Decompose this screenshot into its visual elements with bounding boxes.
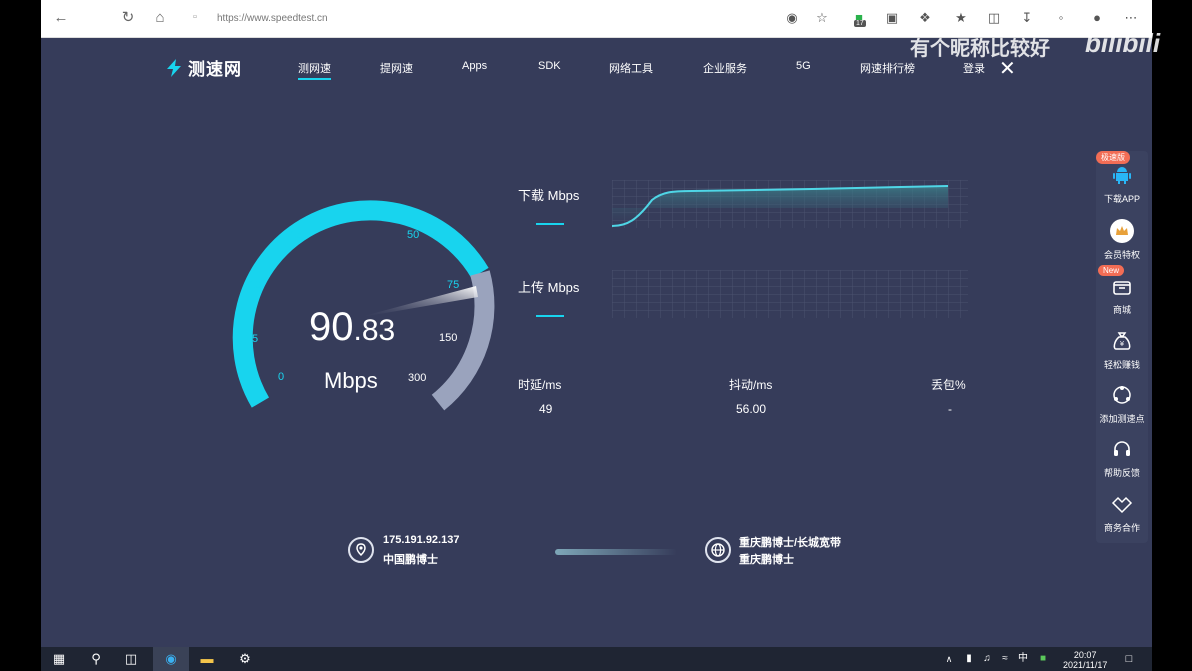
gauge-tick-0: 0	[278, 371, 285, 383]
test-progress-bar	[555, 549, 677, 555]
network-node-icon	[1108, 381, 1136, 409]
nav-5g[interactable]: 5G	[796, 60, 811, 72]
jitter-label: 抖动/ms	[729, 378, 773, 392]
clock[interactable]: 20:07 2021/11/17	[1063, 650, 1107, 670]
globe-icon[interactable]	[705, 537, 731, 563]
money-bag-icon: ¥	[1108, 327, 1136, 355]
extensions-icon[interactable]: ❖	[917, 10, 933, 26]
collections-icon[interactable]: ◫	[986, 10, 1002, 26]
nav-sdk[interactable]: SDK	[538, 60, 561, 72]
favorites-icon[interactable]: ★	[953, 10, 969, 26]
ie-mode-icon[interactable]: ◦	[1053, 10, 1069, 26]
tray-app-icon[interactable]: ■	[1035, 651, 1051, 667]
task-view-icon[interactable]: ◫	[123, 651, 139, 667]
location-pin-icon	[348, 537, 374, 563]
file-explorer-icon[interactable]: ▬	[199, 651, 215, 667]
more-icon[interactable]: ⋯	[1123, 10, 1139, 26]
notification-icon[interactable]: □	[1121, 651, 1137, 667]
client-ip: 175.191.92.137	[383, 534, 460, 546]
android-icon	[1108, 161, 1136, 189]
gauge-tick-5: 5	[252, 333, 259, 345]
latency-label: 时延/ms	[518, 378, 562, 392]
lock-icon[interactable]: ▫	[193, 11, 197, 23]
address-bar[interactable]: https://www.speedtest.cn	[217, 13, 328, 24]
bilibili-logo: bilibili	[1085, 28, 1161, 58]
svg-text:¥: ¥	[1120, 340, 1125, 348]
right-sidebar: 下载APP 极速版 会员特权 New 商城 ¥ 轻松赚钱 添加测速点 帮助反馈 …	[1096, 151, 1148, 543]
nav-enterprise[interactable]: 企业服务	[703, 60, 747, 76]
nav-boost-speed[interactable]: 提网速	[380, 60, 413, 76]
extension-badge: 17	[854, 20, 866, 27]
loss-label: 丢包%	[931, 378, 966, 392]
gauge-tick-300: 300	[408, 372, 427, 384]
speed-unit: Mbps	[324, 368, 378, 393]
server-isp: 重庆鹏博士	[739, 554, 794, 566]
upload-label: 上传 Mbps	[518, 280, 580, 295]
sidebar-add-node[interactable]: 添加测速点	[1096, 381, 1148, 425]
gauge-tick-75: 75	[447, 279, 460, 291]
nav-network-tools[interactable]: 网络工具	[609, 60, 653, 76]
download-icon[interactable]: ↧	[1019, 10, 1035, 26]
speed-value: 90.83	[309, 305, 396, 349]
download-dash	[536, 223, 564, 225]
sidebar-membership[interactable]: 会员特权	[1096, 217, 1148, 261]
refresh-icon[interactable]: ↻	[119, 9, 137, 27]
sidebar-shop[interactable]: 商城	[1096, 272, 1148, 316]
sidebar-earn-money[interactable]: ¥ 轻松赚钱	[1096, 327, 1148, 371]
site-logo[interactable]: 测速网	[164, 55, 242, 80]
sidebar-download-app[interactable]: 下载APP	[1096, 161, 1148, 205]
wifi-icon[interactable]: ≈	[997, 651, 1013, 667]
nav-login[interactable]: 登录	[963, 60, 985, 76]
sidebar-help-feedback[interactable]: 帮助反馈	[1096, 435, 1148, 479]
settings-gear-icon[interactable]: ⚙	[237, 651, 253, 667]
taskbar: ▦ ⚲ ◫ ◉ ▬ ⚙ ∧ ▮ ♫ ≈ 中 ■ 20:07 2021/11/17…	[41, 647, 1152, 671]
ime-indicator[interactable]: 中	[1015, 651, 1031, 667]
jitter-value: 56.00	[736, 402, 767, 416]
volume-icon[interactable]: ♫	[979, 651, 995, 667]
logo-text: 测速网	[188, 60, 242, 79]
profile-icon[interactable]: ●	[1089, 10, 1105, 26]
back-icon[interactable]: ←	[52, 9, 70, 27]
store-icon[interactable]: ▣	[884, 10, 900, 26]
nav-ranking[interactable]: 网速排行榜	[860, 60, 915, 76]
shop-icon	[1108, 272, 1136, 300]
screen: ← ↻ ⌂ ▫ https://www.speedtest.cn ◉ ☆ ■ 1…	[41, 0, 1152, 671]
windows-start-icon[interactable]: ▦	[51, 651, 67, 667]
upload-chart	[612, 270, 968, 318]
nav-test-speed[interactable]: 测网速	[298, 60, 331, 80]
sidebar-badge-lite: 极速版	[1096, 151, 1130, 164]
gauge-tick-15: 15	[290, 229, 303, 241]
location-icon[interactable]: ◉	[784, 10, 800, 26]
edge-browser-icon[interactable]: ◉	[153, 647, 189, 671]
gauge-tick-10: 10	[249, 279, 262, 291]
client-isp: 中国鹏博士	[383, 554, 438, 566]
headset-icon	[1108, 435, 1136, 463]
gauge-tick-150: 150	[439, 332, 458, 344]
home-icon[interactable]: ⌂	[151, 9, 169, 27]
search-icon[interactable]: ⚲	[88, 651, 104, 667]
sidebar-business[interactable]: 商务合作	[1096, 490, 1148, 534]
gauge-tick-25: 25	[352, 202, 365, 214]
upload-dash	[536, 315, 564, 317]
upload-grid	[612, 270, 968, 318]
logo-bolt-icon	[167, 58, 181, 77]
nav-apps[interactable]: Apps	[462, 60, 487, 72]
loss-value: -	[948, 402, 952, 416]
download-chart	[612, 180, 968, 228]
server-name[interactable]: 重庆鹏博士/长城宽带	[739, 534, 841, 550]
black-border	[1152, 0, 1192, 671]
favorite-add-icon[interactable]: ☆	[814, 10, 830, 26]
battery-icon[interactable]: ▮	[961, 651, 977, 667]
handshake-icon	[1108, 490, 1136, 518]
latency-value: 49	[539, 402, 553, 416]
gauge-tick-50: 50	[407, 229, 420, 241]
uploader-watermark: 有个昵称比较好	[910, 38, 1050, 60]
tray-chevron-icon[interactable]: ∧	[941, 651, 957, 667]
crown-icon	[1108, 217, 1136, 245]
download-label: 下载 Mbps	[518, 188, 580, 203]
